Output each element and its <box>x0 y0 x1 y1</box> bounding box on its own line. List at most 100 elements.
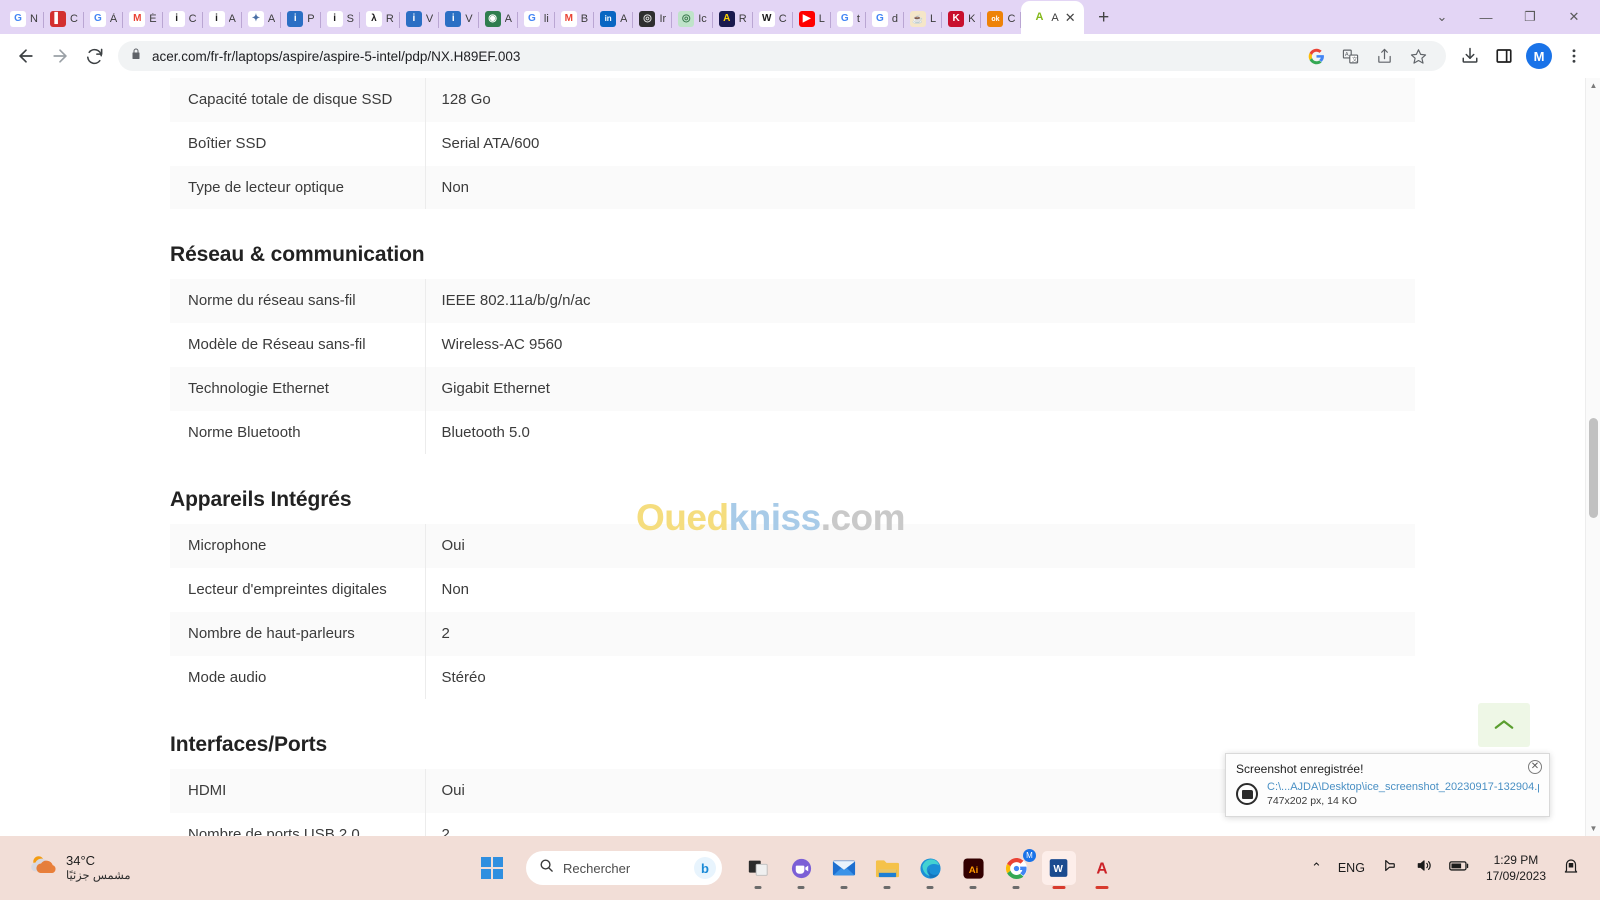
scrollbar-thumb[interactable] <box>1589 418 1598 518</box>
spec-key: Capacité totale de disque SSD <box>170 78 426 122</box>
close-icon[interactable]: ✕ <box>1065 11 1076 24</box>
tab-5[interactable]: iA <box>203 4 243 34</box>
section-title: Appareils Intégrés <box>170 488 352 512</box>
forward-icon[interactable] <box>44 40 76 72</box>
tab-19[interactable]: WC <box>753 4 793 34</box>
tab-25[interactable]: ok C <box>981 4 1022 34</box>
spec-value: Serial ATA/600 <box>425 121 1415 166</box>
reload-icon[interactable] <box>78 40 110 72</box>
tab-0[interactable]: GN <box>4 4 44 34</box>
tab-21[interactable]: Gt <box>831 4 866 34</box>
taskbar-app-acrobat[interactable]: A <box>1085 851 1119 889</box>
page-scrollbar[interactable]: ▲ ▼ <box>1585 78 1600 836</box>
tab-10[interactable]: iV <box>400 4 440 34</box>
tab-16[interactable]: ◎ Ir <box>633 4 672 34</box>
new-tab-button[interactable]: + <box>1090 4 1118 32</box>
weather-temperature: 34°C <box>66 852 96 868</box>
clock-date: 17/09/2023 <box>1485 869 1546 883</box>
tab-13[interactable]: Gli <box>518 4 555 34</box>
close-window-button[interactable]: ✕ <box>1552 1 1596 33</box>
taskbar-app-illustrator[interactable]: Ai <box>956 851 990 889</box>
taskbar-app-mail[interactable] <box>827 851 861 889</box>
tab-24[interactable]: KK <box>942 4 982 34</box>
tab-6[interactable]: ✦ A <box>242 4 282 34</box>
battery-icon[interactable] <box>1449 858 1470 878</box>
scroll-up-arrow[interactable]: ▲ <box>1586 78 1600 93</box>
tab-9[interactable]: λR <box>360 4 400 34</box>
download-icon[interactable] <box>1454 40 1486 72</box>
bookmark-star-icon[interactable] <box>1402 40 1434 72</box>
maximize-button[interactable]: ❐ <box>1508 1 1552 33</box>
browser-window: G N ▌ C G À M Éi Ci A ✦ Ai Pi Sλ Ri Vi V ◉ A Gli M Bin A ◎ Ir ◎ Ic… <box>0 0 1600 836</box>
tab-label: li <box>543 13 549 25</box>
tab-8[interactable]: iS <box>321 4 361 34</box>
screenshot-toast: Screenshot enregistrée! C:\...AJDA\Deskt… <box>1225 753 1550 817</box>
volume-icon[interactable] <box>1415 857 1433 879</box>
notification-bell-icon[interactable] <box>1562 857 1580 880</box>
tab-20[interactable]: ▶ L <box>793 4 831 34</box>
table-row: Mode audio Stéréo <box>170 655 1415 700</box>
taskbar-app-file-explorer[interactable] <box>870 851 904 889</box>
red-book-icon: ▌ <box>49 11 66 27</box>
tab-22[interactable]: Gd <box>866 4 905 34</box>
tab-15[interactable]: in A <box>594 4 634 34</box>
weather-widget[interactable]: 34°C مشمس جزئيًا <box>0 853 300 884</box>
taskbar-app-word[interactable]: W <box>1042 851 1076 889</box>
share-icon[interactable] <box>1368 40 1400 72</box>
start-button[interactable] <box>481 857 503 879</box>
clock-time: 1:29 PM <box>1493 852 1539 867</box>
side-panel-icon[interactable] <box>1488 40 1520 72</box>
tab-23[interactable]: ☕ L <box>904 4 943 34</box>
taskbar-app-teams[interactable] <box>784 851 818 889</box>
tab-3[interactable]: MÉ <box>123 4 163 34</box>
tab-11[interactable]: iV <box>439 4 479 34</box>
sparkle-icon: ✦ <box>247 11 264 27</box>
language-indicator[interactable]: ENG <box>1338 861 1365 875</box>
tab-17[interactable]: ◎ Ic <box>672 4 713 34</box>
table-row: Lecteur d'empreintes digitales Non <box>170 568 1415 612</box>
svg-text:Ai: Ai <box>968 864 978 875</box>
spec-key: Norme du réseau sans-fil <box>170 279 426 323</box>
scroll-down-arrow[interactable]: ▼ <box>1586 821 1600 836</box>
back-icon[interactable] <box>10 40 42 72</box>
info-box-icon: i <box>287 11 304 27</box>
address-bar[interactable]: acer.com/fr-fr/laptops/aspire/aspire-5-i… <box>118 41 1446 71</box>
more-menu-icon[interactable] <box>1558 40 1590 72</box>
show-hidden-icons-icon[interactable]: ⌃ <box>1311 860 1322 876</box>
gmail-icon: M <box>560 11 577 27</box>
youtube-icon: ▶ <box>798 11 815 27</box>
tab-14[interactable]: MB <box>555 4 595 34</box>
search-icon <box>539 858 554 878</box>
translate-icon[interactable]: A文 <box>1334 40 1366 72</box>
taskbar-clock[interactable]: 1:29 PM 17/09/2023 <box>1486 852 1546 884</box>
tab-label: t <box>856 13 860 25</box>
taskbar-search[interactable]: Rechercher b <box>526 851 722 885</box>
scroll-to-top-button[interactable] <box>1478 703 1530 747</box>
wikipedia-icon: W <box>758 11 775 27</box>
fingerprint-icon: ◎ <box>639 11 656 27</box>
tab-1[interactable]: ▌ C <box>44 4 84 34</box>
google-search-icon[interactable] <box>1300 40 1332 72</box>
tab-label: C <box>69 13 78 25</box>
tab-4[interactable]: iC <box>163 4 203 34</box>
taskbar-app-chrome[interactable]: M <box>999 849 1036 889</box>
bing-icon[interactable]: b <box>694 857 716 879</box>
taskbar-app-edge[interactable] <box>913 851 947 889</box>
toast-close-icon[interactable]: ✕ <box>1528 760 1542 774</box>
tab-active[interactable]: A A ✕ <box>1021 1 1084 34</box>
toast-file-path[interactable]: C:\...AJDA\Desktop\ice_screenshot_202309… <box>1267 781 1539 793</box>
tab-12[interactable]: ◉ A <box>479 4 519 34</box>
tab-label: À <box>109 13 118 25</box>
taskbar-app-task-view[interactable] <box>741 851 775 889</box>
profile-avatar[interactable]: M <box>1526 43 1552 69</box>
network-icon[interactable] <box>1381 857 1399 879</box>
spec-value: IEEE 802.11a/b/g/n/ac <box>425 279 1415 323</box>
tab-2[interactable]: GÀ <box>84 4 124 34</box>
tab-label: V <box>425 13 434 25</box>
info-icon: i <box>326 11 343 27</box>
section-title: Réseau & communication <box>170 243 425 267</box>
minimize-button[interactable]: — <box>1464 1 1508 33</box>
tab-7[interactable]: iP <box>281 4 321 34</box>
tab-search-icon[interactable]: ⌄ <box>1420 1 1464 33</box>
tab-18[interactable]: AR <box>713 4 753 34</box>
